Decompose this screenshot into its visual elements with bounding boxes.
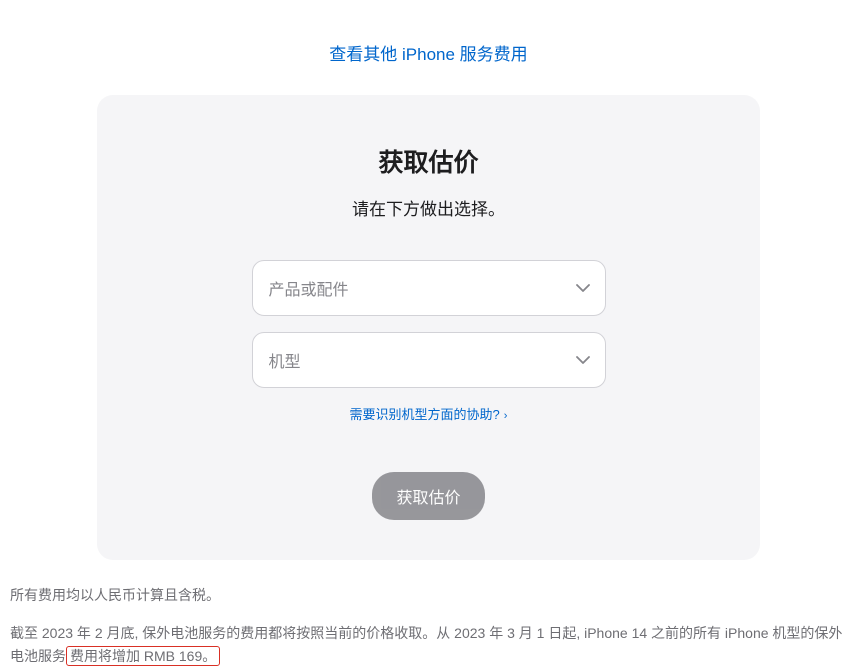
product-select-wrapper: 产品或配件 [252,260,606,316]
card-title: 获取估价 [137,143,720,179]
identify-model-help-link[interactable]: 需要识别机型方面的协助? › [350,407,508,422]
chevron-right-icon: › [504,410,508,422]
estimate-card: 获取估价 请在下方做出选择。 产品或配件 机型 需要识别机型方面的协助? › 获取… [97,95,760,560]
help-link-container: 需要识别机型方面的协助? › [137,404,720,424]
footer-text: 所有费用均以人民币计算且含税。 截至 2023 年 2 月底, 保外电池服务的费… [0,560,857,667]
model-select[interactable]: 机型 [252,332,606,388]
top-link-container: 查看其他 iPhone 服务费用 [0,0,857,95]
get-estimate-button[interactable]: 获取估价 [372,472,484,520]
model-select-wrapper: 机型 [252,332,606,388]
card-subtitle: 请在下方做出选择。 [137,195,720,220]
footer-line-2: 截至 2023 年 2 月底, 保外电池服务的费用都将按照当前的价格收取。从 2… [10,622,847,667]
page-container: 查看其他 iPhone 服务费用 获取估价 请在下方做出选择。 产品或配件 机型… [0,0,857,667]
product-select[interactable]: 产品或配件 [252,260,606,316]
help-link-label: 需要识别机型方面的协助? [350,407,500,422]
other-iphone-services-link[interactable]: 查看其他 iPhone 服务费用 [329,45,527,64]
footer-line-1: 所有费用均以人民币计算且含税。 [10,584,847,606]
